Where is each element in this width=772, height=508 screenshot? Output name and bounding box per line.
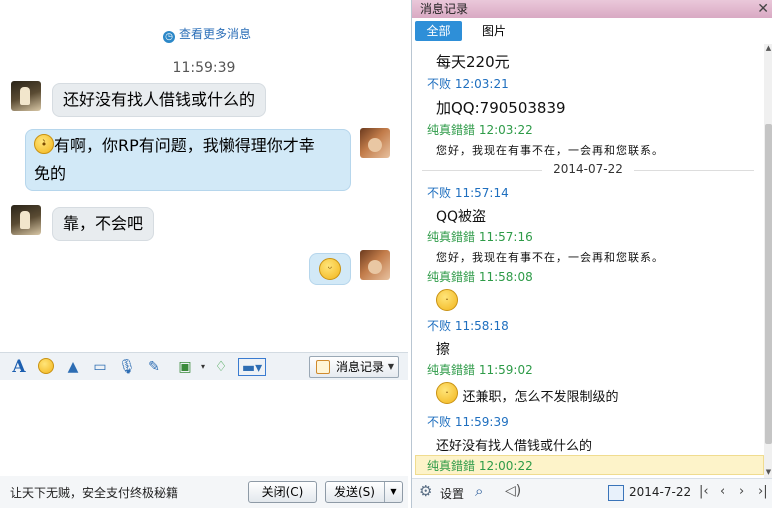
speaker-icon[interactable]: ◁) — [505, 483, 521, 499]
message-text-continued: 免的 — [34, 164, 67, 183]
message-bubble-sent: •̀ 有啊，你RP有问题，我懒得理你才幸 免的 — [25, 129, 351, 191]
scroll-down-icon[interactable]: ▼ — [764, 468, 772, 478]
history-auto-reply: 您好，我现在有事不在，一会再和您联系。 — [436, 144, 664, 157]
calendar-icon[interactable] — [608, 485, 624, 501]
message-text: 靠，不会吧 — [63, 214, 144, 233]
history-sender: 纯真錯錯 12:00:22 — [427, 459, 533, 473]
scroll-thumb[interactable] — [765, 124, 772, 444]
message-history-panel: 消息记录 ✕ 全部 图片 每天220元 不败 12:03:21 加QQ:7905… — [411, 0, 772, 508]
history-auto-reply: 您好，我现在有事不在，一会再和您联系。 — [436, 251, 664, 264]
note-icon[interactable]: ✎ — [145, 358, 163, 376]
history-sender: 纯真錯錯 11:57:16 — [427, 230, 533, 244]
next-page-icon[interactable]: › — [739, 484, 744, 499]
highlighted-history-row[interactable]: 纯真錯錯 12:00:22 — [415, 455, 764, 475]
message-record-button[interactable]: 消息记录 ▼ — [309, 356, 399, 378]
history-message: 擦 — [436, 342, 450, 358]
prev-page-icon[interactable]: ‹ — [720, 484, 725, 499]
history-sender: 不败 12:03:21 — [427, 77, 509, 91]
qq-chat-window: ◷ 查看更多消息 11:59:39 还好没有找人借钱或什么的 •̀ 有啊，你RP有问… — [0, 0, 772, 508]
view-more-messages-link[interactable]: ◷ 查看更多消息 — [163, 25, 251, 43]
history-tabs: 全部 图片 — [412, 20, 772, 44]
chevron-down-icon[interactable]: ▾ — [194, 358, 212, 376]
self-avatar[interactable] — [360, 128, 390, 158]
chat-bottom-bar: 让天下无贼，安全支付终极秘籍 关闭(C) 发送(S) ▼ — [0, 476, 408, 508]
self-avatar[interactable] — [360, 250, 390, 280]
history-sender: 不败 11:57:14 — [427, 186, 509, 200]
history-message: · 还兼职，怎么不发限制级的 — [436, 382, 618, 405]
contact-avatar[interactable] — [11, 81, 41, 111]
history-title-text: 消息记录 — [420, 2, 469, 16]
thinking-emoji-icon: · — [436, 382, 458, 404]
message-timestamp: 11:59:39 — [172, 60, 236, 76]
settings-button[interactable]: 设置 — [440, 485, 464, 502]
send-button[interactable]: 发送(S) ▼ — [325, 481, 403, 503]
history-message: 每天220元 — [436, 53, 510, 71]
gift-icon[interactable]: ♢ — [212, 358, 230, 376]
history-scrollbar[interactable]: ▲ ▼ — [764, 44, 772, 478]
view-more-label: 查看更多消息 — [179, 27, 252, 41]
gear-icon[interactable]: ⚙ — [419, 482, 432, 500]
shush-emoji-icon: •̀ — [34, 134, 54, 154]
message-bubble-received: 还好没有找人借钱或什么的 — [52, 83, 267, 117]
contact-avatar[interactable] — [11, 205, 41, 235]
history-message-text: 还兼职，怎么不发限制级的 — [462, 390, 619, 405]
close-button[interactable]: 关闭(C) — [248, 481, 317, 503]
chevron-down-icon: ▼ — [387, 362, 394, 371]
tab-all[interactable]: 全部 — [415, 21, 462, 41]
screenshot-icon[interactable]: ▭ — [91, 358, 109, 376]
message-area[interactable]: ◷ 查看更多消息 11:59:39 还好没有找人借钱或什么的 •̀ 有啊，你RP有问… — [0, 0, 408, 352]
scroll-up-icon[interactable]: ▲ — [764, 44, 772, 54]
clock-icon: ◷ — [163, 31, 175, 43]
chevron-down-icon[interactable]: ▼ — [384, 482, 402, 502]
history-message: · — [436, 289, 458, 312]
font-icon[interactable]: A — [10, 358, 28, 376]
chat-pane: ◷ 查看更多消息 11:59:39 还好没有找人借钱或什么的 •̀ 有啊，你RP有问… — [0, 0, 408, 508]
history-sender: 纯真錯錯 12:03:22 — [427, 123, 533, 137]
date-separator: 2014-07-22 — [412, 162, 764, 178]
history-list[interactable]: 每天220元 不败 12:03:21 加QQ:790503839 纯真錯錯 12… — [412, 44, 764, 478]
history-sender: 不败 11:58:18 — [427, 319, 509, 333]
message-bubble-received: 靠，不会吧 — [52, 207, 155, 241]
emoji-icon[interactable] — [37, 358, 55, 376]
input-toolbar: A ▲ ▭ 🎙 ✎ ▣ ▾ ♢ ▬▾ 消息记录 ▼ — [0, 352, 408, 380]
history-sender: 纯真錯錯 11:59:02 — [427, 363, 533, 377]
message-text: 有啊，你RP有问题，我懒得理你才幸 — [54, 136, 315, 155]
send-label: 发送(S) — [334, 485, 375, 499]
voice-icon[interactable]: 🎙 — [118, 358, 136, 376]
history-bottom-bar: ⚙ 设置 ⌕ ◁) 2014-7-22 |‹ ‹ › ›| — [412, 478, 772, 508]
history-sender: 纯真錯錯 11:58:08 — [427, 270, 533, 284]
history-message: 加QQ:790503839 — [436, 99, 566, 117]
search-icon[interactable]: ⌕ — [475, 482, 483, 500]
message-input[interactable] — [0, 380, 408, 476]
tab-images[interactable]: 图片 — [472, 21, 516, 41]
history-message: 还好没有找人借钱或什么的 — [436, 439, 593, 454]
history-sender: 不败 11:59:39 — [427, 415, 509, 429]
grin-icon: ᵕ — [319, 258, 341, 280]
magic-icon[interactable]: ▲ — [64, 358, 82, 376]
close-icon[interactable]: ✕ — [757, 0, 769, 18]
image-icon[interactable]: ▣ — [176, 358, 194, 376]
thinking-emoji-icon: · — [436, 289, 458, 311]
history-date-picker[interactable]: 2014-7-22 — [629, 485, 691, 499]
first-page-icon[interactable]: |‹ — [699, 484, 709, 499]
history-title: 消息记录 ✕ — [412, 0, 772, 18]
message-text: 还好没有找人借钱或什么的 — [63, 90, 256, 109]
security-slogan-link[interactable]: 让天下无贼，安全支付终极秘籍 — [10, 484, 178, 501]
screen-share-icon[interactable]: ▬▾ — [238, 358, 266, 376]
last-page-icon[interactable]: ›| — [758, 484, 768, 499]
history-message: QQ被盗 — [436, 209, 487, 225]
record-icon — [316, 360, 330, 374]
message-bubble-sent-emoji: ᵕ — [309, 253, 351, 285]
message-record-label: 消息记录 — [336, 360, 385, 374]
